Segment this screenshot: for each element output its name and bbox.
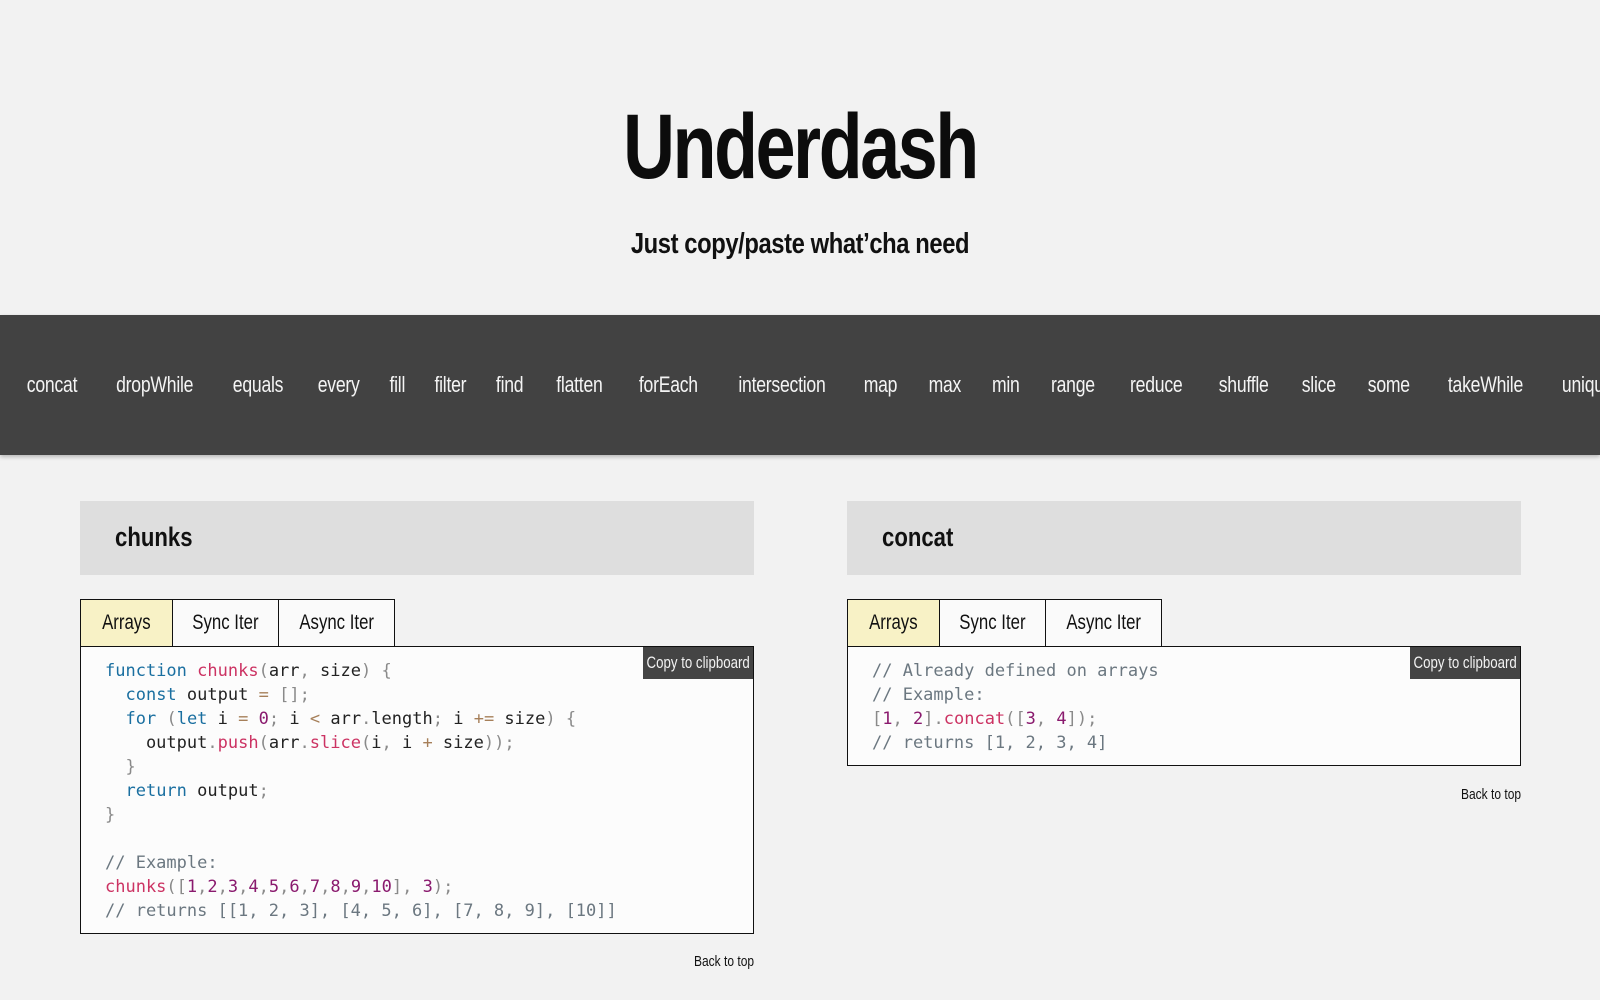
copy-to-clipboard-button[interactable]: Copy to clipboard bbox=[1410, 647, 1520, 679]
back-to-top-link[interactable]: Back to top bbox=[694, 953, 754, 970]
card-header: concat bbox=[847, 501, 1521, 575]
nav-item-every: every bbox=[301, 370, 376, 400]
nav-item-fill: fill bbox=[376, 370, 419, 400]
nav-link-equals[interactable]: equals bbox=[223, 370, 292, 400]
nav-link-reduce[interactable]: reduce bbox=[1121, 370, 1192, 400]
copy-to-clipboard-button[interactable]: Copy to clipboard bbox=[643, 647, 753, 679]
nav-link-max[interactable]: max bbox=[920, 370, 971, 400]
tab-bar: Arrays Sync Iter Async Iter bbox=[80, 599, 754, 646]
card-chunks: chunks Arrays Sync Iter Async Iter Copy … bbox=[80, 501, 754, 934]
nav-link-shuffle[interactable]: shuffle bbox=[1209, 370, 1277, 400]
card-concat: concat Arrays Sync Iter Async Iter Copy … bbox=[847, 501, 1521, 766]
tab-async-iter[interactable]: Async Iter bbox=[279, 599, 395, 646]
hero-header: Underdash Just copy/paste what’cha need bbox=[0, 0, 1600, 315]
nav-link-unique[interactable]: unique bbox=[1553, 370, 1600, 400]
nav-item-reduce: reduce bbox=[1112, 370, 1200, 400]
function-nav-list: chunks concat dropWhile equals every fill filt… bbox=[0, 315, 1600, 455]
nav-link-some[interactable]: some bbox=[1359, 370, 1419, 400]
nav-item-dropwhile: dropWhile bbox=[95, 370, 214, 400]
nav-item-range: range bbox=[1034, 370, 1112, 400]
nav-item-unique: unique bbox=[1544, 370, 1600, 400]
nav-link-slice[interactable]: slice bbox=[1293, 370, 1345, 400]
nav-item-equals: equals bbox=[215, 370, 301, 400]
tab-sync-iter[interactable]: Sync Iter bbox=[940, 599, 1046, 646]
nav-link-intersection[interactable]: intersection bbox=[730, 370, 836, 400]
nav-item-flatten: flatten bbox=[539, 370, 620, 400]
nav-link-filter[interactable]: filter bbox=[425, 370, 475, 400]
nav-item-map: map bbox=[848, 370, 913, 400]
nav-link-range[interactable]: range bbox=[1042, 370, 1104, 400]
tab-arrays[interactable]: Arrays bbox=[847, 599, 940, 646]
nav-item-max: max bbox=[913, 370, 977, 400]
nav-item-min: min bbox=[977, 370, 1035, 400]
nav-link-takewhile[interactable]: takeWhile bbox=[1439, 370, 1533, 400]
code-block: Copy to clipboard // Already defined on … bbox=[847, 646, 1521, 766]
site-subtitle: Just copy/paste what’cha need bbox=[630, 228, 970, 260]
card-title: chunks bbox=[115, 522, 193, 552]
nav-item-filter: filter bbox=[419, 370, 482, 400]
nav-item-concat: concat bbox=[9, 370, 95, 400]
nav-link-concat[interactable]: concat bbox=[18, 370, 87, 400]
nav-link-flatten[interactable]: flatten bbox=[547, 370, 612, 400]
code-content: function chunks(arr, size) { const outpu… bbox=[105, 661, 617, 921]
nav-link-min[interactable]: min bbox=[983, 370, 1029, 400]
site-title: Underdash bbox=[623, 96, 979, 198]
nav-item-foreach: forEach bbox=[620, 370, 717, 400]
nav-link-dropwhile[interactable]: dropWhile bbox=[107, 370, 202, 400]
nav-item-some: some bbox=[1351, 370, 1427, 400]
nav-item-chunks: chunks bbox=[0, 370, 9, 400]
nav-item-takewhile: takeWhile bbox=[1427, 370, 1544, 400]
nav-link-map[interactable]: map bbox=[855, 370, 907, 400]
nav-link-fill[interactable]: fill bbox=[380, 370, 414, 400]
tab-async-iter[interactable]: Async Iter bbox=[1046, 599, 1162, 646]
nav-item-slice: slice bbox=[1286, 370, 1352, 400]
code-block: Copy to clipboard function chunks(arr, s… bbox=[80, 646, 754, 934]
nav-item-intersection: intersection bbox=[716, 370, 848, 400]
nav-link-every[interactable]: every bbox=[308, 370, 368, 400]
nav-link-foreach[interactable]: forEach bbox=[629, 370, 706, 400]
back-to-top-link[interactable]: Back to top bbox=[1461, 786, 1521, 803]
nav-item-find: find bbox=[481, 370, 538, 400]
card-header: chunks bbox=[80, 501, 754, 575]
tab-arrays[interactable]: Arrays bbox=[80, 599, 173, 646]
tab-bar: Arrays Sync Iter Async Iter bbox=[847, 599, 1521, 646]
tab-sync-iter[interactable]: Sync Iter bbox=[173, 599, 279, 646]
card-title: concat bbox=[882, 522, 954, 552]
nav-item-shuffle: shuffle bbox=[1201, 370, 1286, 400]
nav-link-find[interactable]: find bbox=[487, 370, 533, 400]
function-nav: chunks concat dropWhile equals every fill filt… bbox=[0, 315, 1600, 455]
